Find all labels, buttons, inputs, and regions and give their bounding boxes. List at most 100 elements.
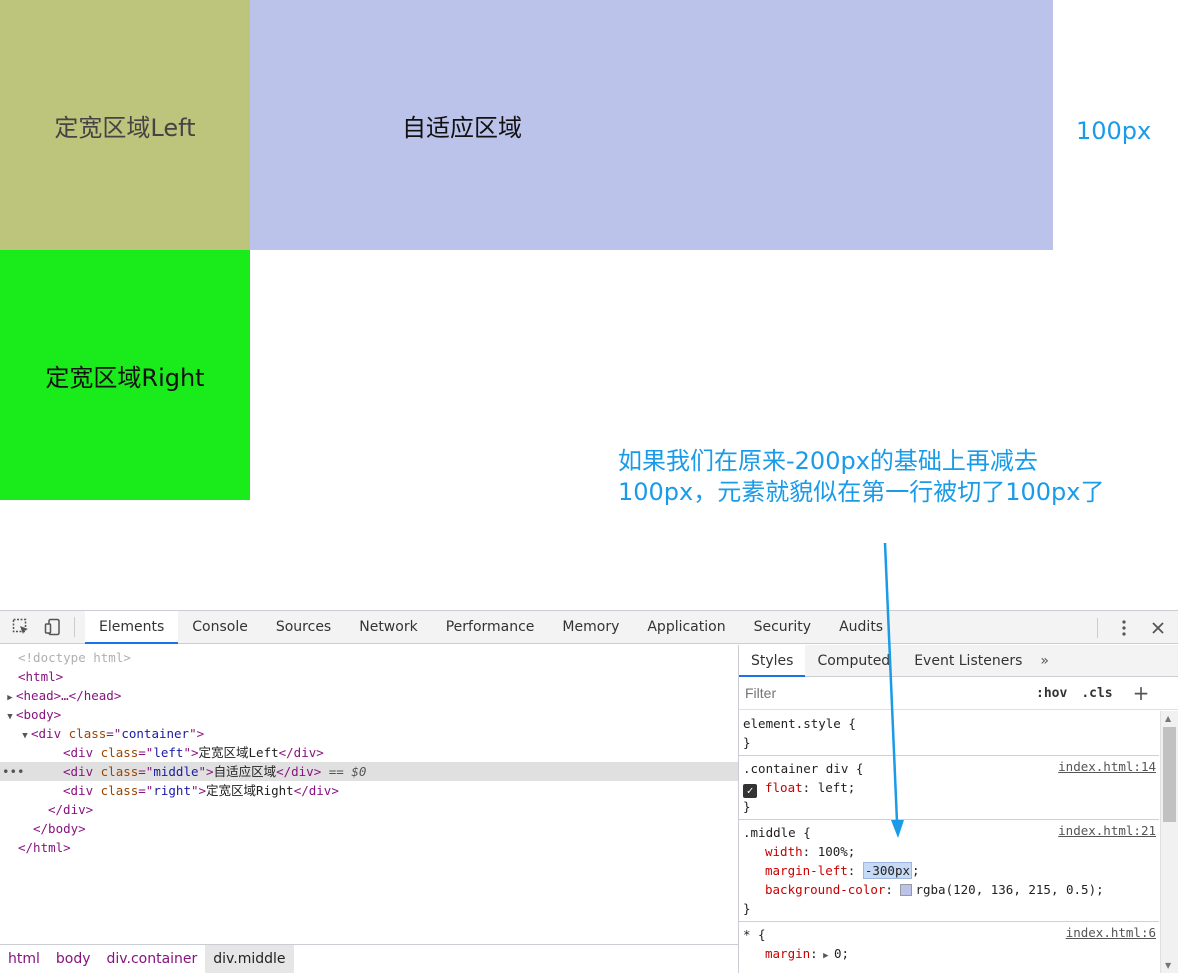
style-rules: element.style { } .container div { index… xyxy=(739,711,1159,966)
body-close-tag: </body> xyxy=(33,821,86,836)
body-tag: <body> xyxy=(16,707,62,722)
selected-node-marker: == $0 xyxy=(321,764,367,779)
rule-source-link[interactable]: index.html:6 xyxy=(1066,925,1156,940)
scroll-up-icon[interactable]: ▲ xyxy=(1165,714,1171,723)
dom-div-close[interactable]: </div> xyxy=(0,800,738,819)
tab-event-listeners[interactable]: Event Listeners xyxy=(902,645,1034,677)
cls-button[interactable]: .cls xyxy=(1081,686,1112,701)
dom-doctype[interactable]: <!doctype html> xyxy=(0,648,738,667)
property-value: rgba(120, 136, 215, 0.5); xyxy=(915,882,1104,897)
tab-network[interactable]: Network xyxy=(345,611,431,644)
more-options-icon[interactable] xyxy=(1110,614,1138,642)
styles-filter-input[interactable] xyxy=(742,681,1022,705)
annotation-line-2: 100px，元素就貌似在第一行被切了100px了 xyxy=(618,478,1105,506)
left-div-text: 定宽区域Left xyxy=(198,745,279,760)
tab-application[interactable]: Application xyxy=(633,611,739,644)
style-property[interactable]: background-color: rgba(120, 136, 215, 0.… xyxy=(743,880,1155,899)
tab-elements[interactable]: Elements xyxy=(85,610,179,644)
rule-close-brace: } xyxy=(743,799,751,814)
filter-row: :hov .cls + xyxy=(739,677,1178,710)
close-icon[interactable] xyxy=(1144,614,1172,642)
right-box-label: 定宽区域Right xyxy=(45,363,205,392)
div-close-tag: </div> xyxy=(48,802,94,817)
toolbar-separator xyxy=(1097,617,1098,638)
rule-source-link[interactable]: index.html:21 xyxy=(1058,823,1156,838)
label-100px: 100px xyxy=(1076,117,1152,145)
ellipsis-icon[interactable]: ••• xyxy=(2,762,25,781)
tab-security[interactable]: Security xyxy=(740,611,826,644)
breadcrumb-body[interactable]: body xyxy=(48,945,99,973)
devtools-tabs: Elements Console Sources Network Performance… xyxy=(85,610,897,644)
html-tag: <html> xyxy=(18,669,64,684)
tab-sources[interactable]: Sources xyxy=(262,611,345,644)
color-swatch-icon[interactable] xyxy=(900,884,913,896)
property-name: margin-left xyxy=(765,863,848,878)
dom-html[interactable]: <html> xyxy=(0,667,738,686)
doctype-text: <!doctype html> xyxy=(18,650,131,665)
element-style-selector[interactable]: element.style { xyxy=(743,714,1155,733)
breadcrumb-html[interactable]: html xyxy=(0,945,48,973)
property-value: 100%; xyxy=(817,844,856,859)
devtools-toolbar: Elements Console Sources Network Performance… xyxy=(0,610,1178,644)
toolbar-separator xyxy=(74,617,75,637)
dom-div-right[interactable]: <div class="right">定宽区域Right</div> xyxy=(0,781,738,800)
style-property[interactable]: ✓ float: left; xyxy=(743,778,1155,798)
breadcrumb: html body div.container div.middle xyxy=(0,944,738,973)
middle-box-label: 自适应区域 xyxy=(402,113,522,142)
tab-styles[interactable]: Styles xyxy=(739,644,806,677)
dom-body[interactable]: ▼ <body> xyxy=(0,705,738,724)
annotation-line-1: 如果我们在原来-200px的基础上再减去 xyxy=(618,447,1038,475)
middle-div-text: 自适应区域 xyxy=(213,764,277,779)
dom-div-left[interactable]: <div class="left">定宽区域Left</div> xyxy=(0,743,738,762)
property-name: background-color xyxy=(765,882,886,897)
dom-html-close[interactable]: </html> xyxy=(0,838,738,857)
rule-universal: * { index.html:6 margin: ▶ 0; xyxy=(739,922,1159,966)
dom-container[interactable]: ▼ <div class="container"> xyxy=(0,724,738,743)
tab-performance[interactable]: Performance xyxy=(432,611,549,644)
checkbox-checked-icon[interactable]: ✓ xyxy=(743,784,757,798)
editing-value-input[interactable]: -300px xyxy=(862,862,913,879)
tab-memory[interactable]: Memory xyxy=(548,611,633,644)
property-name: float xyxy=(765,780,803,795)
right-div-text: 定宽区域Right xyxy=(206,783,294,798)
tab-computed[interactable]: Computed xyxy=(805,645,902,677)
rule-source-link[interactable]: index.html:14 xyxy=(1058,759,1156,774)
breadcrumb-div-container[interactable]: div.container xyxy=(99,945,206,973)
toolbar-right xyxy=(1085,611,1178,644)
rule-close-brace: } xyxy=(743,735,751,750)
middle-adaptive-box: 自适应区域 xyxy=(250,0,1053,250)
tab-console[interactable]: Console xyxy=(178,611,262,644)
style-property[interactable]: margin-left: -300px; xyxy=(743,861,1155,880)
device-toolbar-icon[interactable] xyxy=(42,616,64,638)
dom-head[interactable]: ▶ <head>…</head> xyxy=(0,686,738,705)
head-tag: <head>…</head> xyxy=(16,688,122,703)
rule-close-brace: } xyxy=(743,901,751,916)
property-value: 0; xyxy=(833,946,850,961)
more-tabs-icon[interactable]: » xyxy=(1034,653,1055,669)
new-style-rule-button[interactable]: + xyxy=(1133,681,1150,705)
property-value: left; xyxy=(817,780,856,795)
property-name: width xyxy=(765,844,803,859)
html-close-tag: </html> xyxy=(18,840,71,855)
hov-button[interactable]: :hov xyxy=(1036,686,1067,701)
left-box-label: 定宽区域Left xyxy=(54,113,196,142)
scroll-down-icon[interactable]: ▼ xyxy=(1165,961,1171,970)
rule-middle: .middle { index.html:21 width: 100%; mar… xyxy=(739,820,1159,922)
page-viewport: 定宽区域Left 自适应区域 定宽区域Right 100px 如果我们在原来-2… xyxy=(0,0,1178,610)
inspect-element-icon[interactable] xyxy=(10,616,32,638)
style-property[interactable]: width: 100%; xyxy=(743,842,1155,861)
rule-container-div: .container div { index.html:14 ✓ float: l… xyxy=(739,756,1159,820)
style-property[interactable]: margin: ▶ 0; xyxy=(743,944,1155,963)
devtools-panel: Elements Console Sources Network Performance… xyxy=(0,610,1178,973)
dom-div-middle[interactable]: ••• <div class="middle">自适应区域</div> == $0 xyxy=(0,762,738,781)
styles-tabs: Styles Computed Event Listeners » xyxy=(739,644,1178,677)
expand-triangle-icon[interactable]: ▶ xyxy=(818,951,834,961)
styles-scrollbar[interactable]: ▲ ▼ xyxy=(1160,711,1178,973)
elements-tree: <!doctype html> <html> ▶ <head>…</head> ▼… xyxy=(0,645,738,943)
annotation-text: 如果我们在原来-200px的基础上再减去 100px，元素就貌似在第一行被切了1… xyxy=(618,446,1178,508)
scroll-thumb[interactable] xyxy=(1163,727,1176,822)
breadcrumb-div-middle[interactable]: div.middle xyxy=(205,945,294,973)
tab-audits[interactable]: Audits xyxy=(825,611,897,644)
dom-body-close[interactable]: </body> xyxy=(0,819,738,838)
styles-pane: Styles Computed Event Listeners » :hov .… xyxy=(738,644,1178,973)
